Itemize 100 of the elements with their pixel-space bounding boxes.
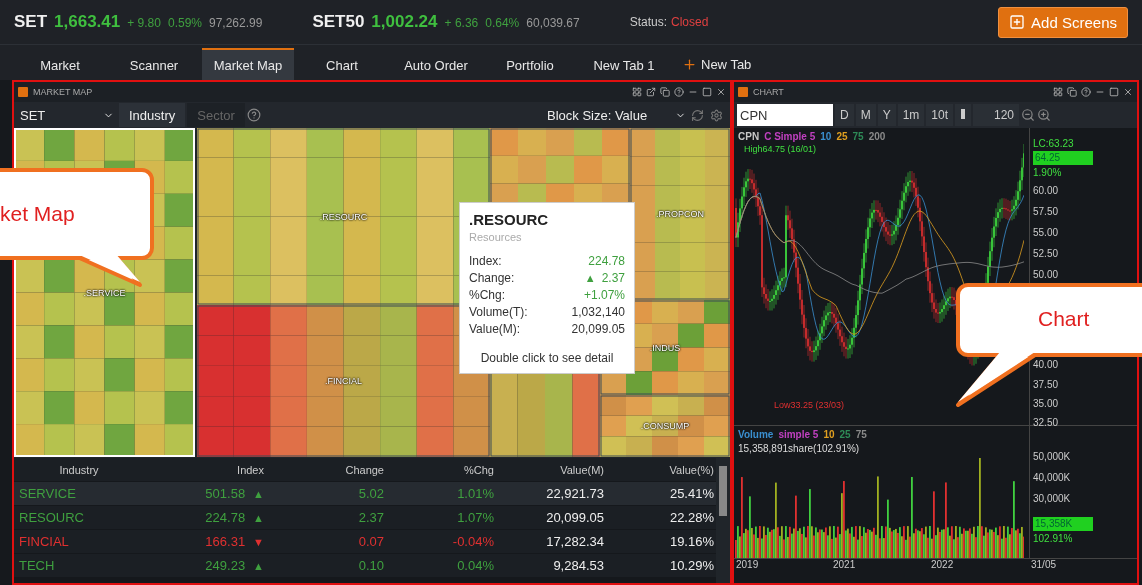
arrow-icon: ▲ [253, 559, 264, 572]
column-header: %Chg [463, 463, 494, 476]
tab[interactable]: New Tab 1 [578, 48, 670, 80]
index-value: 1,002.24 [371, 12, 438, 32]
tooltip-value: 2.37 [601, 271, 625, 285]
zoom-in-icon[interactable] [1037, 108, 1052, 122]
table-row[interactable]: FINCIAL 166.31 ▼ 0.07 -0.04% 17,282.34 19.16% [14, 530, 716, 554]
copy-icon[interactable] [1067, 87, 1077, 97]
table-cell-text: 1.07% [456, 510, 494, 525]
high-label: High64.75 (16/01) [744, 144, 817, 154]
table-cell-text: 20,099.05 [545, 510, 604, 525]
panel-icon [18, 87, 28, 97]
axis-label: 2021 [832, 559, 857, 572]
table-cell: 224.78 [205, 510, 246, 525]
table-row[interactable]: SERVICE 501.58 ▲ 5.02 1.01% 22,921.73 25.41% [14, 482, 716, 506]
settings-icon[interactable] [710, 108, 723, 122]
callout-text: Chart [1038, 307, 1090, 331]
table-cell: 501.58 [205, 486, 246, 501]
status-value: Closed [671, 15, 709, 29]
help-icon[interactable] [246, 108, 261, 122]
axis-label: 32.50 [1033, 416, 1060, 430]
tooltip-value: 224.78 [588, 254, 625, 268]
block-label: .FINCIAL [325, 376, 362, 386]
table-cell-text: 10.29% [668, 558, 714, 573]
period-button[interactable]: D [835, 104, 854, 126]
maximize-icon[interactable] [702, 87, 712, 97]
plus-square-icon [1009, 14, 1026, 30]
last-close-label: LC:63.23 [1033, 137, 1075, 151]
maximize-icon[interactable] [1109, 87, 1119, 97]
table-cell-text: RESOURC [18, 510, 85, 525]
volume-tag: 15,358K [1033, 517, 1093, 531]
legend-item: 75 [855, 429, 867, 440]
tab[interactable]: Scanner [108, 48, 200, 80]
index-percent: 0.59% [167, 16, 202, 30]
table-cell-text: 2.37 [357, 510, 384, 525]
tooltip-title: .RESOURC [469, 211, 550, 228]
volume-readout: 15,358,891share(102.91%) [738, 443, 860, 454]
axis-label: 55.00 [1033, 226, 1060, 240]
index-volume: 97,262.99 [209, 16, 263, 30]
layout-icon[interactable] [1053, 87, 1063, 97]
price-tag: 64.25 [1033, 151, 1093, 165]
new-tab-button[interactable]: New Tab [672, 48, 762, 80]
help-icon[interactable] [1081, 87, 1091, 97]
popout-icon[interactable] [646, 87, 656, 97]
plus-icon [682, 56, 697, 72]
period-button[interactable]: 10t [926, 104, 954, 126]
mode-tab[interactable]: Industry [119, 103, 186, 127]
table-cell-text: 0.07 [357, 534, 384, 549]
tooltip-label: Index: [469, 254, 502, 268]
close-icon[interactable] [716, 87, 726, 97]
table-cell: 166.31 [205, 534, 246, 549]
arrow-icon: ▼ [253, 535, 264, 548]
column-header: Industry [58, 463, 100, 476]
block-label: .PROPCON [656, 209, 704, 219]
tab[interactable]: Chart [296, 48, 388, 80]
panel-icon [738, 87, 748, 97]
tab[interactable]: Market [14, 48, 106, 80]
close-icon[interactable] [1123, 87, 1133, 97]
period-button[interactable]: Y [877, 104, 896, 126]
index-percent: 0.64% [485, 16, 520, 30]
arrow-icon: ▲ [584, 272, 596, 284]
symbol-input[interactable]: CPN [737, 104, 833, 126]
block-label: .SERVICE [83, 287, 126, 298]
tab[interactable]: Portfolio [484, 48, 576, 80]
period-button[interactable]: 1m [897, 104, 925, 126]
bar-count-button[interactable]: 120 [973, 104, 1020, 126]
table-cell-text: 22.28% [668, 510, 714, 525]
copy-icon[interactable] [660, 87, 670, 97]
tab[interactable]: Market Map [202, 48, 294, 80]
table-cell-text: -0.04% [451, 534, 494, 549]
help-icon[interactable] [674, 87, 684, 97]
block-label: .RESOURC [319, 211, 368, 222]
zoom-out-icon[interactable] [1021, 108, 1036, 122]
legend-item: 25 [839, 429, 851, 440]
axis-label: 60.00 [1033, 184, 1060, 198]
candle-type-button[interactable] [955, 104, 972, 126]
table-cell-text: 5.02 [357, 486, 384, 501]
tooltip-subtitle: Resources [469, 231, 523, 243]
table-cell-text: 1.01% [456, 486, 494, 501]
candle-icon [960, 106, 967, 121]
table-cell-text: SERVICE [18, 486, 77, 501]
axis-label: 40,000K [1033, 471, 1072, 485]
table-cell-text: TECH [18, 558, 56, 573]
index-name: SET50 [312, 12, 365, 32]
arrow-icon: ▲ [253, 487, 264, 500]
table-cell: 249.23 [205, 558, 246, 573]
legend-item: 25 [836, 131, 848, 142]
table-cell-text: 22,921.73 [545, 486, 604, 501]
column-header: Value(M) [559, 463, 604, 476]
axis-label: 52.50 [1033, 247, 1060, 261]
refresh-icon[interactable] [691, 108, 704, 122]
table-row[interactable]: TECH 249.23 ▲ 0.10 0.04% 9,284.53 10.29% [14, 554, 716, 578]
table-row[interactable]: RESOURC 224.78 ▲ 2.37 1.07% 20,099.05 22.28% [14, 506, 716, 530]
axis-label: 50.00 [1033, 268, 1060, 282]
tab[interactable]: Auto Order [390, 48, 482, 80]
period-button[interactable]: M [855, 104, 876, 126]
index-change: + 9.80 [127, 16, 161, 30]
layout-icon[interactable] [632, 87, 642, 97]
axis-label: 2019 [735, 559, 760, 572]
table-cell-text: 25.41% [668, 486, 714, 501]
